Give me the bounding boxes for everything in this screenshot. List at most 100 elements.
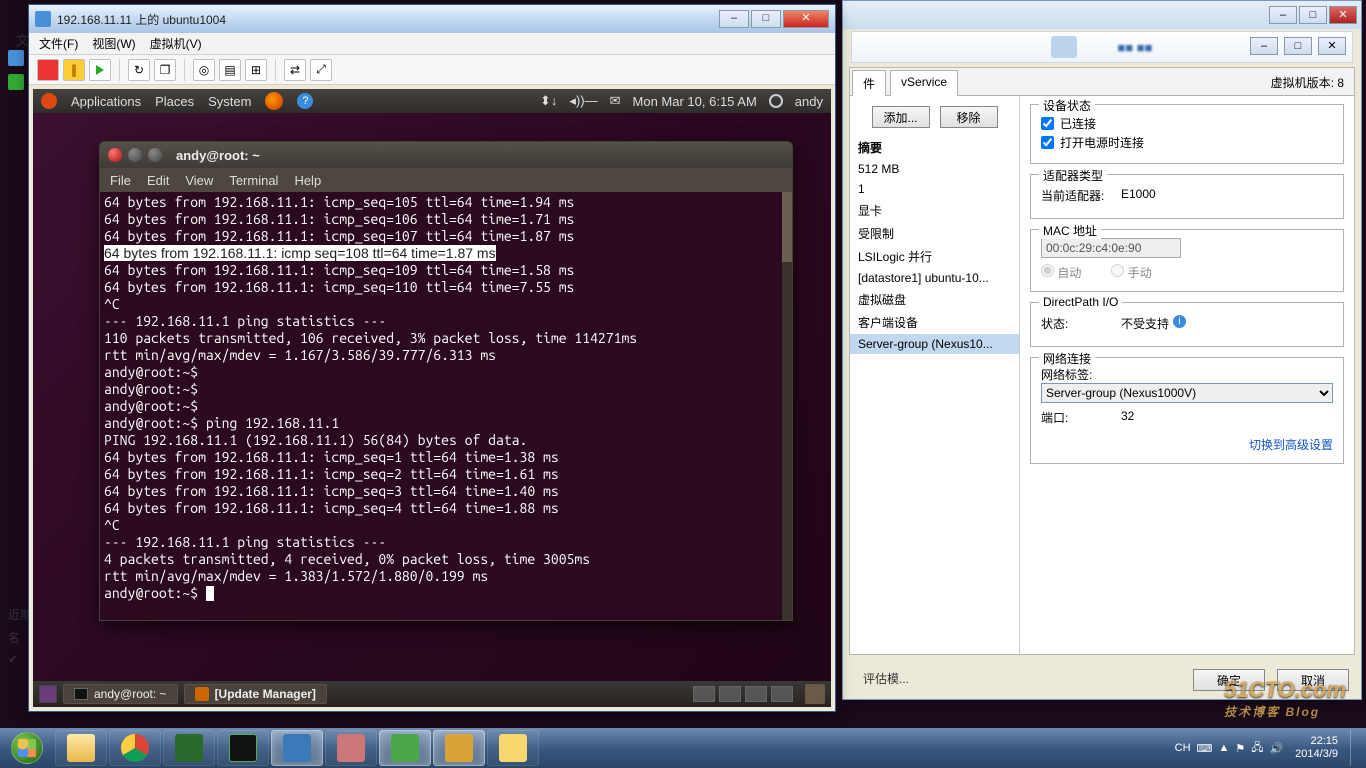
vm-close-button[interactable]: ✕ — [783, 10, 829, 28]
vm-maximize-button[interactable]: □ — [751, 10, 781, 28]
hw-row[interactable]: [datastore1] ubuntu-10... — [850, 268, 1019, 288]
vsphere-logo-icon — [1051, 36, 1077, 58]
term-close-icon[interactable] — [108, 148, 122, 162]
term-menu-help[interactable]: Help — [294, 173, 321, 188]
term-minimize-icon[interactable] — [128, 148, 142, 162]
hw-row[interactable]: 1 — [850, 179, 1019, 199]
trash-icon[interactable] — [805, 684, 825, 704]
terminal-titlebar[interactable]: andy@root: ~ — [100, 142, 792, 168]
inner-maximize-button[interactable]: □ — [1284, 37, 1312, 55]
minimize-button[interactable]: – — [1269, 6, 1297, 24]
mac-auto-radio[interactable]: 自动 — [1041, 264, 1081, 281]
tray-keyboard-icon[interactable]: ⌨ — [1197, 742, 1213, 755]
mac-manual-radio[interactable]: 手动 — [1111, 264, 1151, 281]
clock-label[interactable]: Mon Mar 10, 6:15 AM — [633, 94, 757, 109]
hw-row[interactable]: Server-group (Nexus10... — [850, 334, 1019, 354]
volume-indicator-icon[interactable]: ◂))— — [569, 93, 597, 109]
system-tray[interactable]: CH ⌨ ▲ ⚑ 🖧 🔊 22:152014/3/9 — [1175, 730, 1366, 766]
connected-checkbox[interactable]: 已连接 — [1041, 115, 1333, 132]
terminal-window[interactable]: andy@root: ~ File Edit View Terminal Hel… — [99, 141, 793, 621]
tray-clock[interactable]: 22:152014/3/9 — [1289, 735, 1344, 761]
tray-flag-icon[interactable]: ⚑ — [1235, 742, 1245, 755]
cd-icon[interactable]: ◎ — [193, 59, 215, 81]
terminal-scroll-thumb[interactable] — [782, 192, 792, 262]
user-label[interactable]: andy — [795, 94, 823, 109]
close-button[interactable]: ✕ — [1329, 6, 1357, 24]
vm-titlebar[interactable]: 192.168.11.11 上的 ubuntu1004 – □ ✕ — [29, 5, 835, 33]
ubuntu-top-panel[interactable]: Applications Places System ? ⬍↓ ◂))— ✉ M… — [33, 89, 831, 113]
vm-minimize-button[interactable]: – — [719, 10, 749, 28]
hw-row[interactable]: 512 MB — [850, 159, 1019, 179]
start-button[interactable] — [0, 728, 54, 768]
show-desktop-button[interactable] — [1350, 730, 1362, 766]
windows-taskbar[interactable]: CH ⌨ ▲ ⚑ 🖧 🔊 22:152014/3/9 — [0, 728, 1366, 768]
ime-indicator[interactable]: CH — [1175, 742, 1191, 754]
pause-icon[interactable]: ∥ — [63, 59, 85, 81]
taskbar-vsphere[interactable] — [379, 730, 431, 766]
taskbar-vmware[interactable] — [271, 730, 323, 766]
hw-row[interactable]: 虚拟磁盘 — [850, 288, 1019, 311]
tab-hardware[interactable]: 件 — [852, 70, 886, 96]
hw-row[interactable]: LSILogic 并行 — [850, 245, 1019, 268]
remove-hw-button[interactable]: 移除 — [940, 106, 998, 128]
vm-menubar[interactable]: 文件(F) 视图(W) 虚拟机(V) — [29, 33, 835, 55]
menu-system[interactable]: System — [208, 94, 251, 109]
term-maximize-icon[interactable] — [148, 148, 162, 162]
hw-row[interactable]: 显卡 — [850, 199, 1019, 222]
inner-close-button[interactable]: ✕ — [1318, 37, 1346, 55]
workspace-switcher[interactable] — [693, 686, 793, 702]
firefox-icon[interactable] — [265, 92, 283, 110]
tab-vservice[interactable]: vService — [890, 70, 958, 96]
term-menu-edit[interactable]: Edit — [147, 173, 169, 188]
network-icon[interactable]: ⊞ — [245, 59, 267, 81]
vsphere-icon — [35, 11, 51, 27]
hw-row[interactable]: 受限制 — [850, 222, 1019, 245]
taskbar-item-update-manager[interactable]: [Update Manager] — [184, 684, 327, 704]
directpath-legend: DirectPath I/O — [1039, 295, 1122, 309]
fullscreen-icon[interactable]: ⤢ — [310, 59, 332, 81]
taskbar-app1[interactable] — [163, 730, 215, 766]
term-menu-file[interactable]: File — [110, 173, 131, 188]
taskbar-item-terminal[interactable]: andy@root: ~ — [63, 684, 178, 704]
term-menu-view[interactable]: View — [185, 173, 213, 188]
mail-icon[interactable]: ✉ — [610, 93, 621, 109]
taskbar-chrome[interactable] — [109, 730, 161, 766]
taskbar-app2[interactable] — [325, 730, 377, 766]
add-hw-button[interactable]: 添加... — [872, 106, 930, 128]
menu-applications[interactable]: Applications — [71, 94, 141, 109]
tray-up-icon[interactable]: ▲ — [1218, 742, 1229, 754]
inner-minimize-button[interactable]: – — [1250, 37, 1278, 55]
menu-places[interactable]: Places — [155, 94, 194, 109]
menu-file[interactable]: 文件(F) — [39, 35, 78, 52]
show-desktop-icon[interactable] — [39, 685, 57, 703]
help-icon[interactable]: ? — [297, 93, 313, 109]
connect-icon[interactable]: ⇄ — [284, 59, 306, 81]
snapshot-icon[interactable]: ❐ — [154, 59, 176, 81]
menu-view[interactable]: 视图(W) — [92, 35, 135, 52]
taskbar-explorer[interactable] — [55, 730, 107, 766]
floppy-icon[interactable]: ▤ — [219, 59, 241, 81]
hw-row[interactable]: 客户端设备 — [850, 311, 1019, 334]
taskbar-app3[interactable] — [433, 730, 485, 766]
term-menu-terminal[interactable]: Terminal — [229, 173, 278, 188]
terminal-output[interactable]: 64 bytes from 192.168.11.1: icmp_seq=105… — [100, 192, 782, 620]
power-icon[interactable] — [769, 94, 783, 108]
taskbar-notes[interactable] — [487, 730, 539, 766]
info-icon[interactable]: i — [1173, 315, 1186, 328]
stop-icon[interactable] — [37, 59, 59, 81]
menu-vm[interactable]: 虚拟机(V) — [150, 35, 202, 52]
guest-desktop[interactable]: Applications Places System ? ⬍↓ ◂))— ✉ M… — [33, 89, 831, 707]
vsphere-titlebar[interactable]: – □ ✕ — [843, 1, 1361, 29]
taskbar-terminal[interactable] — [217, 730, 269, 766]
network-label-select[interactable]: Server-group (Nexus1000V) — [1041, 383, 1333, 403]
reset-icon[interactable]: ↻ — [128, 59, 150, 81]
tray-volume-icon[interactable]: 🔊 — [1269, 742, 1283, 755]
play-icon[interactable] — [89, 59, 111, 81]
advanced-settings-link[interactable]: 切换到高级设置 — [1249, 436, 1333, 453]
connect-at-poweron-checkbox[interactable]: 打开电源时连接 — [1041, 134, 1333, 151]
terminal-menubar[interactable]: File Edit View Terminal Help — [100, 168, 792, 192]
tray-network-icon[interactable]: 🖧 — [1251, 739, 1263, 758]
ubuntu-bottom-panel[interactable]: andy@root: ~ [Update Manager] — [33, 681, 831, 707]
maximize-button[interactable]: □ — [1299, 6, 1327, 24]
network-indicator-icon[interactable]: ⬍↓ — [540, 93, 557, 109]
